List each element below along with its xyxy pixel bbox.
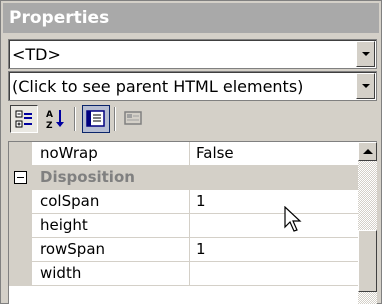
property-name: width (32, 262, 190, 286)
properties-panel: Properties <TD> (Click to see parent HTM… (0, 0, 382, 304)
property-name: height (32, 214, 190, 238)
property-row-rowspan[interactable]: rowSpan 1 (9, 238, 359, 262)
property-grid: noWrap False Disposition colSpan 1 heigh… (8, 141, 377, 304)
property-value[interactable]: False (191, 142, 359, 166)
events-button[interactable] (120, 105, 148, 133)
property-value[interactable]: 1 (191, 190, 359, 214)
row-gutter (9, 262, 32, 286)
property-value[interactable]: 1 (191, 238, 359, 262)
alphabetic-button[interactable]: A Z (42, 105, 70, 133)
row-gutter (9, 190, 32, 214)
property-rows: noWrap False Disposition colSpan 1 heigh… (9, 142, 359, 286)
property-name: colSpan (32, 190, 190, 214)
svg-text:Z: Z (46, 121, 53, 131)
properties-page-icon (86, 110, 105, 127)
parent-selector-value: (Click to see parent HTML elements) (12, 77, 304, 96)
row-gutter (9, 214, 32, 238)
scroll-up-button[interactable] (358, 142, 377, 161)
element-selector[interactable]: <TD> (8, 39, 377, 69)
property-value[interactable] (191, 214, 359, 238)
property-name: noWrap (32, 142, 190, 166)
sort-alphabetic-icon: A Z (46, 110, 64, 131)
categorized-button[interactable] (10, 105, 38, 133)
property-value[interactable] (191, 262, 359, 286)
vertical-scrollbar[interactable] (358, 142, 377, 304)
events-icon (124, 111, 142, 125)
category-row-disposition[interactable]: Disposition (9, 166, 359, 190)
property-row-width[interactable]: width (9, 262, 359, 286)
category-name: Disposition (40, 168, 135, 186)
mouse-pointer-icon (284, 206, 302, 232)
toolbar-separator (74, 107, 76, 131)
row-gutter (9, 238, 32, 262)
chevron-down-icon[interactable] (356, 73, 375, 99)
scroll-thumb[interactable] (358, 230, 377, 292)
categorized-icon (15, 110, 32, 128)
parent-element-selector[interactable]: (Click to see parent HTML elements) (8, 71, 377, 101)
row-gutter (9, 142, 32, 166)
panel-title: Properties (3, 3, 379, 33)
collapse-icon[interactable] (14, 171, 27, 184)
properties-button[interactable] (82, 105, 110, 133)
property-row-height[interactable]: height (9, 214, 359, 238)
element-selector-value: <TD> (12, 45, 61, 64)
svg-text:A: A (46, 110, 53, 120)
properties-toolbar: A Z (8, 103, 377, 135)
chevron-down-icon[interactable] (356, 41, 375, 67)
property-row-nowrap[interactable]: noWrap False (9, 142, 359, 166)
property-name: rowSpan (32, 238, 190, 262)
property-row-colspan[interactable]: colSpan 1 (9, 190, 359, 214)
toolbar-separator (114, 107, 116, 131)
